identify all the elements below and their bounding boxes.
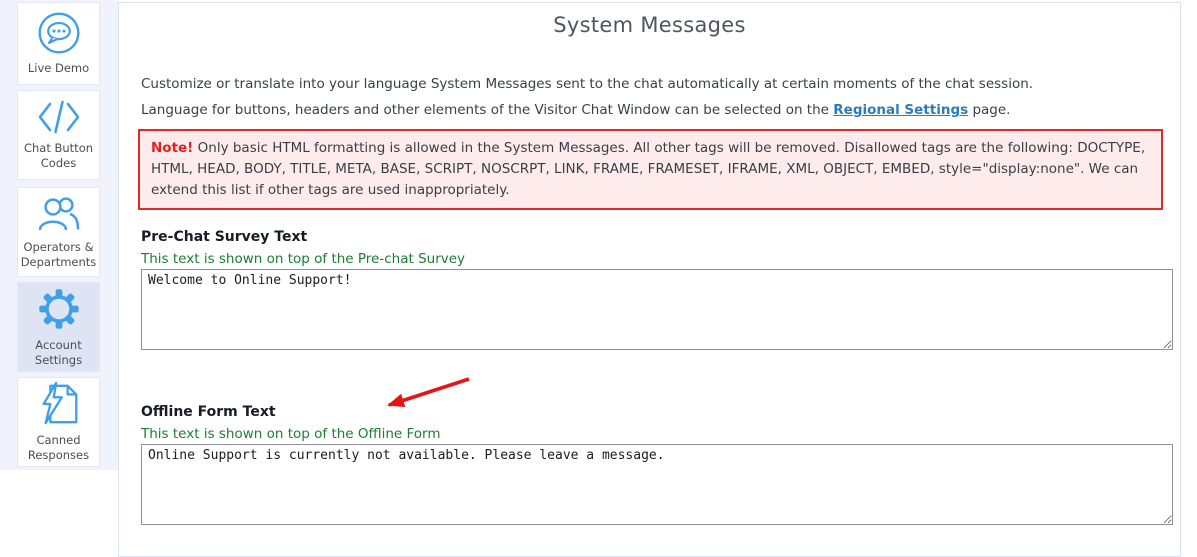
note-label: Note! [151, 140, 193, 156]
sidebar-item-operators-departments[interactable]: Operators & Departments [17, 187, 100, 277]
regional-settings-link[interactable]: Regional Settings [833, 102, 968, 118]
intro-line-1: Customize or translate into your languag… [141, 76, 1033, 92]
intro-line-2: Language for buttons, headers and other … [141, 102, 1010, 118]
sidebar-item-label: Account Settings [19, 338, 99, 368]
intro-line-2-prefix: Language for buttons, headers and other … [141, 102, 833, 118]
sidebar-item-label: Canned Responses [19, 433, 99, 463]
sidebar-item-label: Live Demo [19, 61, 99, 76]
offline-form-description: This text is shown on top of the Offline… [141, 426, 441, 442]
note-box: Note! Only basic HTML formatting is allo… [138, 129, 1163, 210]
annotation-arrow-icon [367, 373, 473, 417]
sidebar-item-live-demo[interactable]: Live Demo [17, 2, 100, 85]
offline-form-heading: Offline Form Text [141, 404, 276, 420]
people-icon [37, 194, 81, 234]
gear-icon [36, 286, 82, 332]
chat-bubble-icon [37, 11, 81, 55]
page-title: System Messages [119, 13, 1180, 37]
sidebar-item-label: Operators & Departments [19, 240, 99, 270]
prechat-survey-heading: Pre-Chat Survey Text [141, 229, 307, 245]
prechat-survey-description: This text is shown on top of the Pre-cha… [141, 251, 465, 267]
code-icon [36, 99, 82, 135]
sidebar-item-canned-responses[interactable]: Canned Responses [17, 377, 100, 467]
note-text: Only basic HTML formatting is allowed in… [151, 140, 1145, 198]
sidebar-item-account-settings[interactable]: Account Settings [17, 282, 100, 372]
intro-line-2-suffix: page. [968, 102, 1010, 118]
sidebar-item-chat-button-codes[interactable]: Chat Button Codes [17, 90, 100, 180]
main-panel: System Messages Customize or translate i… [118, 2, 1181, 557]
offline-form-textarea[interactable]: Online Support is currently not availabl… [141, 444, 1173, 525]
lightning-page-icon [36, 381, 82, 427]
sidebar-item-label: Chat Button Codes [19, 141, 99, 171]
prechat-survey-textarea[interactable]: Welcome to Online Support! [141, 269, 1173, 350]
